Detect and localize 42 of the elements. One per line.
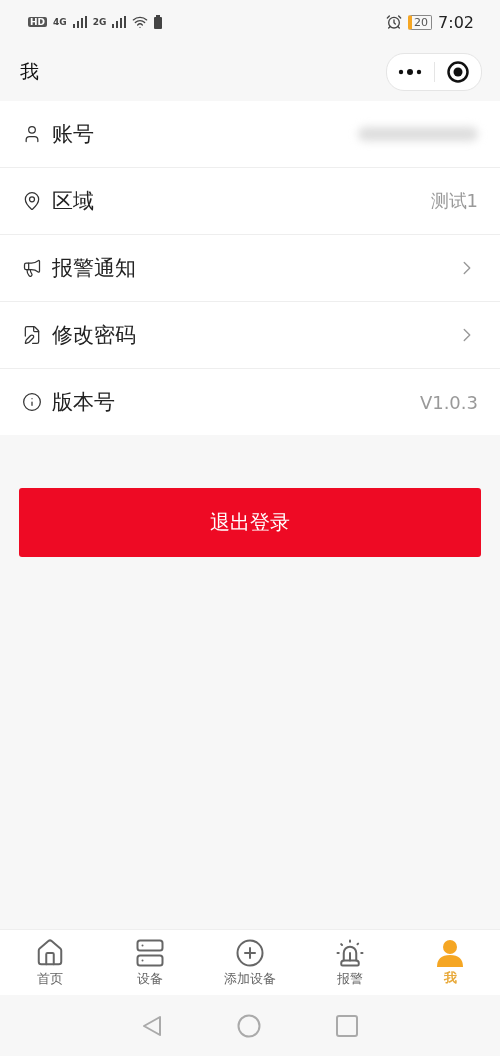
plus-circle-icon — [235, 937, 265, 968]
recents-icon[interactable] — [336, 1014, 358, 1037]
home-icon — [35, 937, 65, 968]
hd-indicator: HD — [28, 17, 47, 27]
megaphone-icon — [22, 258, 42, 278]
setting-label: 报警通知 — [52, 255, 136, 282]
setting-value: V1.0.3 — [419, 391, 478, 413]
home-circle-icon[interactable] — [237, 1013, 261, 1038]
setting-label: 版本号 — [52, 389, 115, 416]
edit-icon — [22, 325, 42, 345]
map-pin-icon — [22, 191, 42, 211]
tab-item[interactable]: 设备 — [100, 930, 200, 995]
network-type: 2G — [92, 17, 107, 27]
tab-label: 报警 — [337, 969, 363, 988]
tab-label: 添加设备 — [224, 969, 276, 988]
logout-button[interactable]: 退出登录 — [19, 488, 481, 557]
wifi-icon — [132, 14, 149, 30]
alarm-clock-icon — [386, 14, 403, 30]
tab-item[interactable]: 首页 — [0, 930, 100, 995]
close-icon[interactable] — [446, 61, 469, 83]
back-icon[interactable] — [142, 1014, 162, 1037]
info-icon — [22, 392, 42, 412]
signal-icon — [72, 16, 87, 28]
tab-item[interactable]: 添加设备 — [200, 930, 300, 995]
tab-item[interactable]: 报警 — [300, 930, 400, 995]
tab-label: 首页 — [37, 969, 63, 988]
battery-alert-icon — [154, 15, 163, 29]
tab-label: 设备 — [137, 969, 163, 988]
clock-time: 7:02 — [438, 12, 474, 32]
more-icon[interactable] — [398, 69, 423, 75]
network-type: 4G — [53, 17, 67, 27]
siren-icon — [335, 937, 365, 968]
server-icon — [135, 937, 165, 968]
page-title: 我 — [20, 59, 39, 84]
signal-icon — [112, 16, 127, 28]
person-icon — [435, 938, 465, 967]
battery-level: 20 — [408, 14, 433, 30]
setting-label: 区域 — [52, 188, 94, 215]
setting-value: 测试1 — [430, 189, 478, 213]
tab-label: 我 — [443, 968, 457, 987]
setting-label: 修改密码 — [52, 322, 136, 349]
setting-label: 账号 — [52, 121, 94, 148]
